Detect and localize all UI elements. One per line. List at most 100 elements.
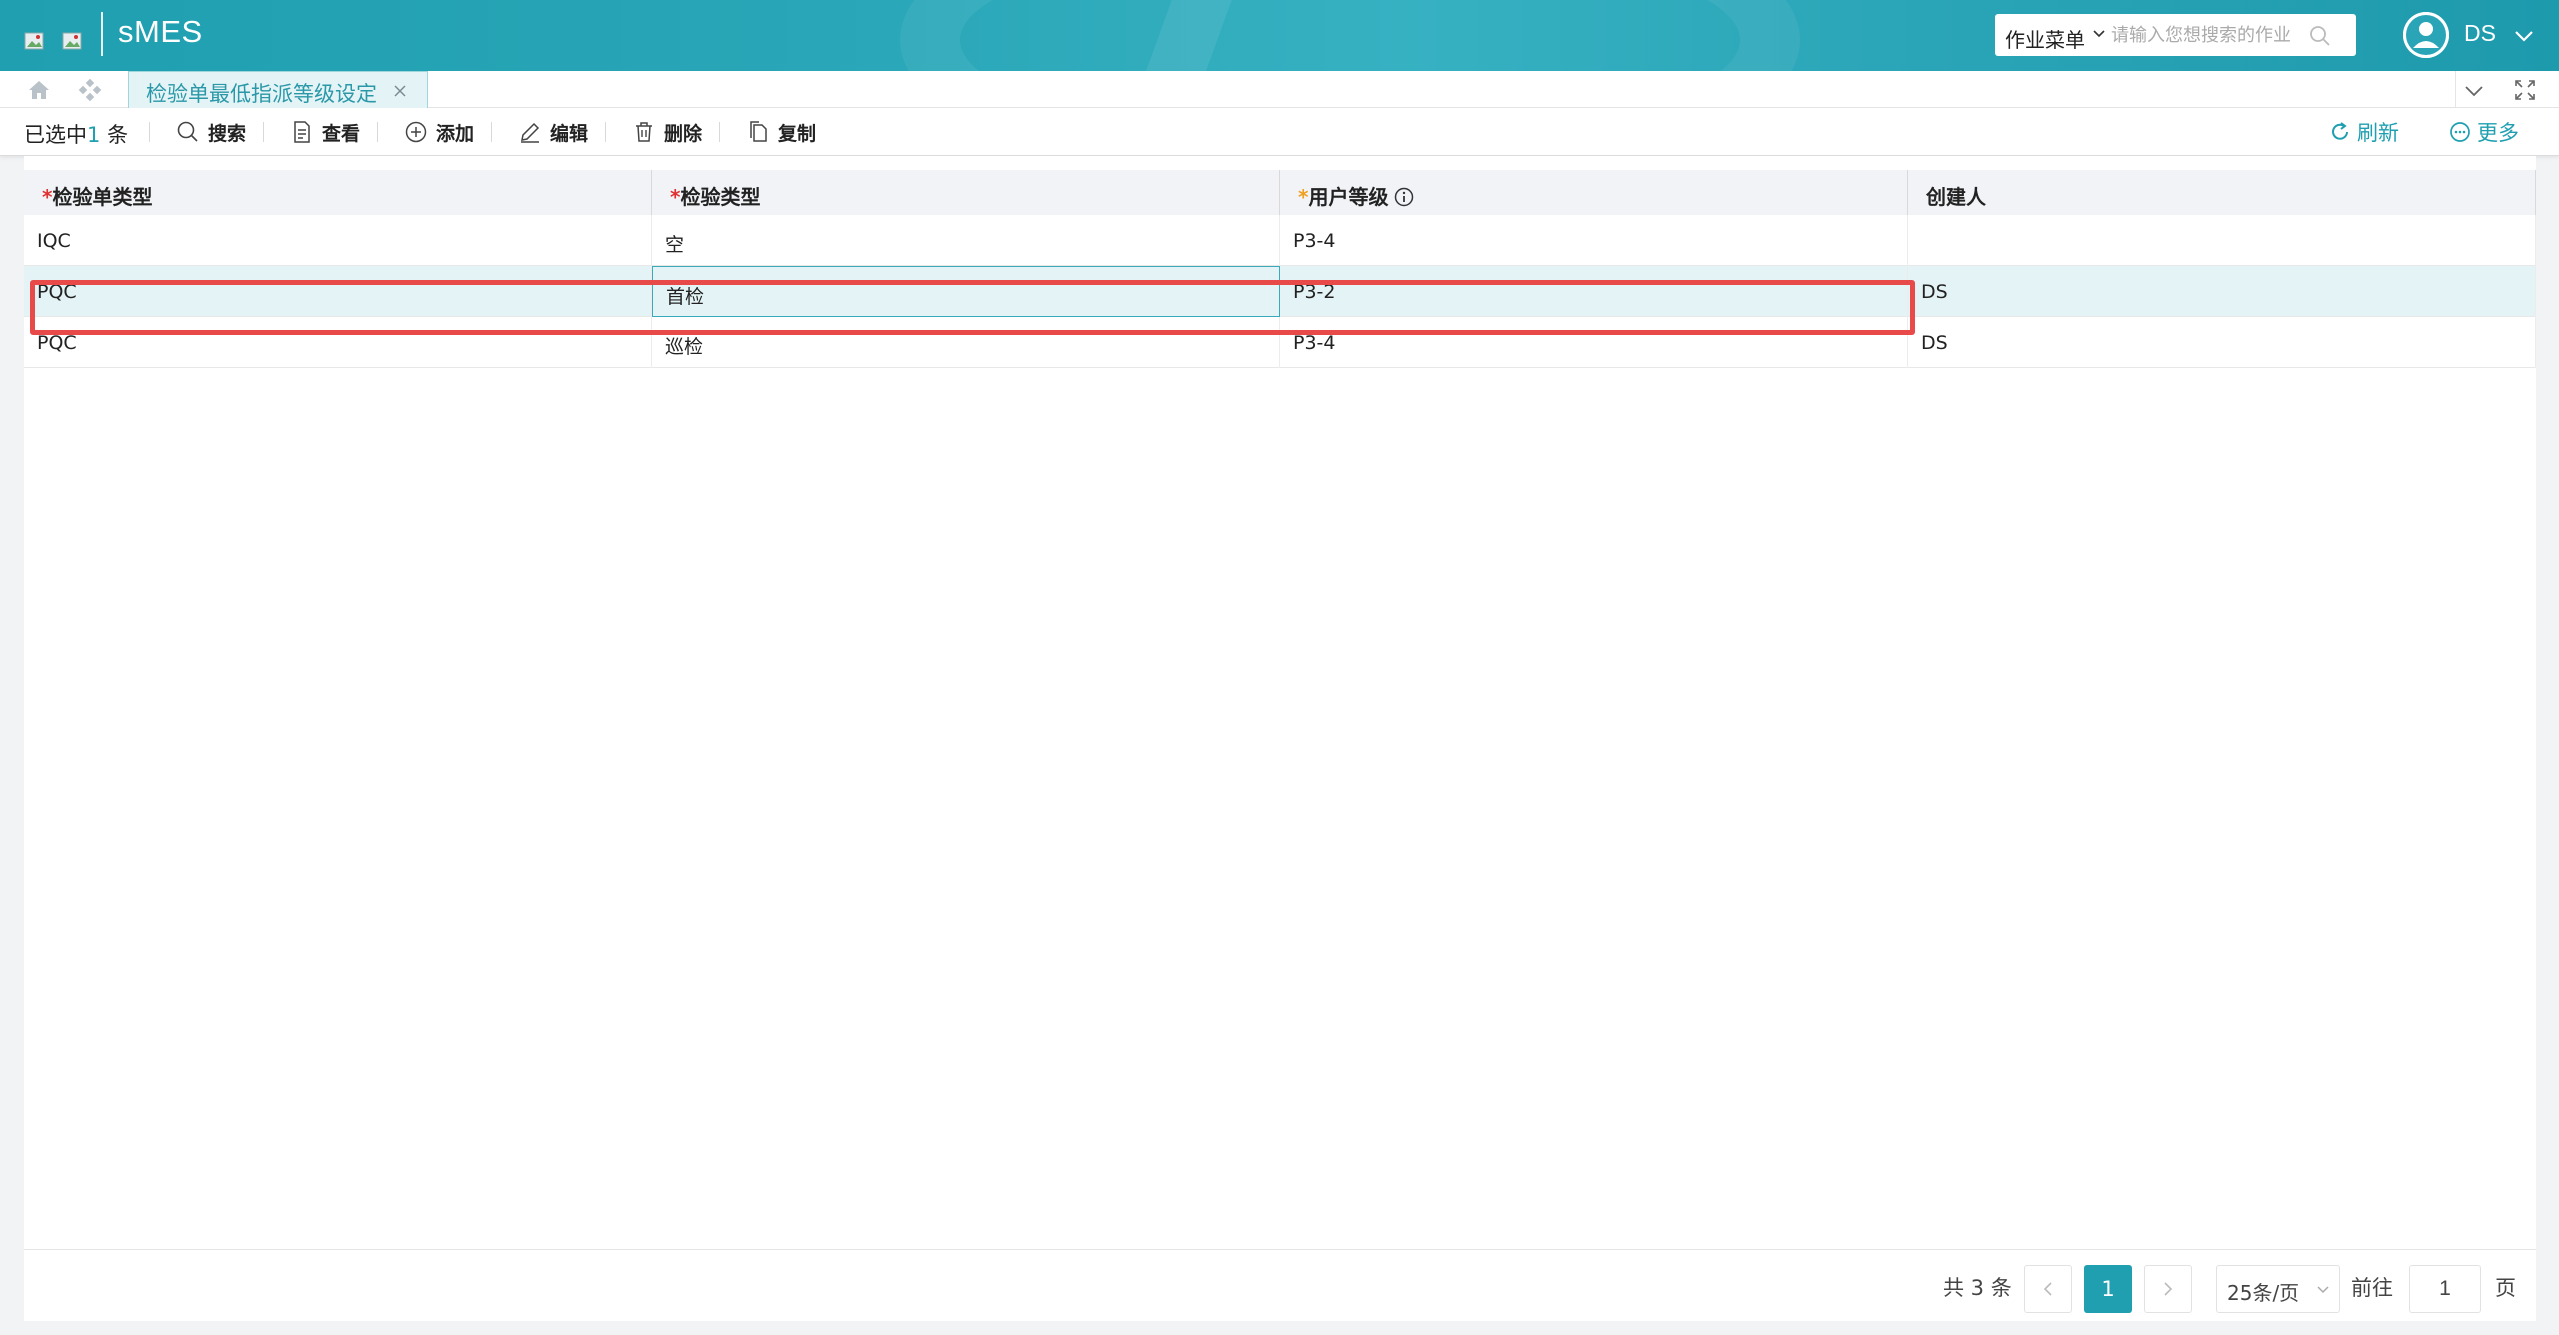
apps-icon[interactable] (77, 77, 103, 103)
broken-image-icon (24, 30, 46, 52)
page-number-button[interactable]: 1 (2084, 1265, 2132, 1313)
app-title: sMES (118, 14, 203, 49)
logo-divider (101, 12, 103, 56)
chevron-left-icon (2043, 1282, 2052, 1296)
selection-suffix: 条 (107, 123, 129, 147)
header-decoration (900, 0, 1800, 71)
copy-icon (750, 121, 767, 142)
chevron-down-icon[interactable] (2462, 79, 2486, 103)
view-button[interactable]: 查看 (290, 117, 360, 147)
page-size-label: 25条/页 (2227, 1281, 2300, 1305)
menu-type-select[interactable]: 作业菜单 (2005, 24, 2085, 53)
search-button[interactable]: 搜索 (176, 117, 246, 147)
table-cell[interactable]: 巡检 (652, 317, 1280, 368)
tab-label: 检验单最低指派等级设定 (146, 82, 377, 106)
table-row-selected[interactable]: PQC 首检 P3-2 DS (24, 266, 2536, 317)
selection-number: 1 (87, 123, 101, 147)
tab-bar: 检验单最低指派等级设定 (0, 71, 2559, 108)
more-icon (2450, 122, 2470, 142)
chevron-down-icon[interactable] (2512, 24, 2536, 48)
close-icon[interactable] (391, 82, 409, 100)
table-row[interactable]: IQC 空 P3-4 (24, 215, 2536, 266)
divider (263, 122, 264, 142)
page-size-select[interactable]: 25条/页 (2216, 1265, 2340, 1313)
total-count: 共 3 条 (1943, 1276, 2012, 1300)
edit-button[interactable]: 编辑 (518, 117, 588, 147)
delete-button[interactable]: 删除 (632, 117, 702, 147)
toolbar: 已选中1 条 搜索 查看 添加 编辑 删除 复制 刷新 更多 (0, 108, 2559, 156)
search-icon[interactable] (2308, 24, 2332, 48)
chevron-right-icon (2164, 1282, 2173, 1296)
table-cell[interactable]: DS (1908, 317, 2536, 368)
table-cell[interactable]: DS (1908, 266, 2536, 317)
content-panel: *检验单类型 *检验类型 *用户等级 创建人 IQC 空 P3-4 PQC 首检… (24, 156, 2536, 1321)
divider (377, 122, 378, 142)
search-label: 搜索 (208, 122, 247, 145)
divider (149, 122, 150, 142)
page-word-label: 页 (2495, 1276, 2516, 1300)
pagination: 共 3 条 1 25条/页 前往 页 (24, 1249, 2536, 1321)
required-mark: * (1298, 185, 1309, 209)
chevron-down-icon (2317, 1286, 2329, 1294)
tab-inspection-assign-level[interactable]: 检验单最低指派等级设定 (128, 71, 428, 108)
column-header-inspection-form-type[interactable]: *检验单类型 (24, 170, 652, 215)
prev-page-button[interactable] (2024, 1265, 2072, 1313)
delete-label: 删除 (664, 122, 703, 145)
home-icon[interactable] (26, 77, 52, 103)
table-cell-active[interactable]: 首检 (652, 266, 1280, 317)
required-mark: * (670, 185, 681, 209)
goto-label: 前往 (2351, 1276, 2393, 1300)
table-cell[interactable]: P3-2 (1280, 266, 1908, 317)
copy-label: 复制 (778, 122, 817, 145)
table-cell[interactable]: P3-4 (1280, 317, 1908, 368)
column-header-user-level[interactable]: *用户等级 (1280, 170, 1908, 215)
selection-prefix: 已选中 (24, 123, 87, 147)
table-cell[interactable]: 空 (652, 215, 1280, 266)
column-header-inspection-type[interactable]: *检验类型 (652, 170, 1280, 215)
info-icon[interactable] (1394, 187, 1414, 207)
table-cell[interactable]: PQC (24, 317, 652, 368)
job-search-box: 作业菜单 (1995, 14, 2356, 56)
refresh-button[interactable]: 刷新 (2329, 117, 2399, 147)
divider (2455, 71, 2456, 108)
table-cell[interactable]: P3-4 (1280, 215, 1908, 266)
view-label: 查看 (322, 122, 361, 145)
job-search-input[interactable] (2111, 21, 2311, 49)
edit-label: 编辑 (550, 122, 589, 145)
avatar[interactable] (2403, 12, 2449, 58)
column-label: 创建人 (1926, 185, 1986, 209)
required-mark: * (42, 185, 53, 209)
refresh-icon (2332, 122, 2348, 140)
more-button[interactable]: 更多 (2449, 117, 2519, 147)
divider (491, 122, 492, 142)
top-header: sMES 作业菜单 DS (0, 0, 2559, 71)
document-icon (294, 121, 310, 143)
copy-button[interactable]: 复制 (746, 117, 816, 147)
grid-header: *检验单类型 *检验类型 *用户等级 创建人 (24, 170, 2536, 215)
column-label: 检验类型 (680, 185, 761, 209)
trash-icon (636, 122, 652, 142)
pencil-icon (521, 122, 540, 143)
divider (605, 122, 606, 142)
column-label: 检验单类型 (52, 185, 153, 209)
search-icon (177, 121, 198, 142)
add-label: 添加 (436, 122, 475, 145)
refresh-label: 刷新 (2357, 121, 2399, 145)
table-row[interactable]: PQC 巡检 P3-4 DS (24, 317, 2536, 368)
column-label: 用户等级 (1308, 185, 1389, 209)
table-cell[interactable] (1908, 215, 2536, 266)
table-cell[interactable]: IQC (24, 215, 652, 266)
fullscreen-icon[interactable] (2513, 78, 2537, 102)
user-name[interactable]: DS (2464, 20, 2496, 47)
chevron-down-icon[interactable] (2091, 26, 2107, 42)
column-header-creator[interactable]: 创建人 (1908, 170, 2536, 215)
add-button[interactable]: 添加 (404, 117, 474, 147)
broken-image-icon (62, 30, 84, 52)
divider (719, 122, 720, 142)
more-label: 更多 (2477, 121, 2519, 145)
next-page-button[interactable] (2144, 1265, 2192, 1313)
table-cell[interactable]: PQC (24, 266, 652, 317)
selection-count: 已选中1 条 (24, 119, 128, 149)
plus-circle-icon (405, 121, 427, 143)
goto-page-input[interactable] (2409, 1265, 2481, 1313)
